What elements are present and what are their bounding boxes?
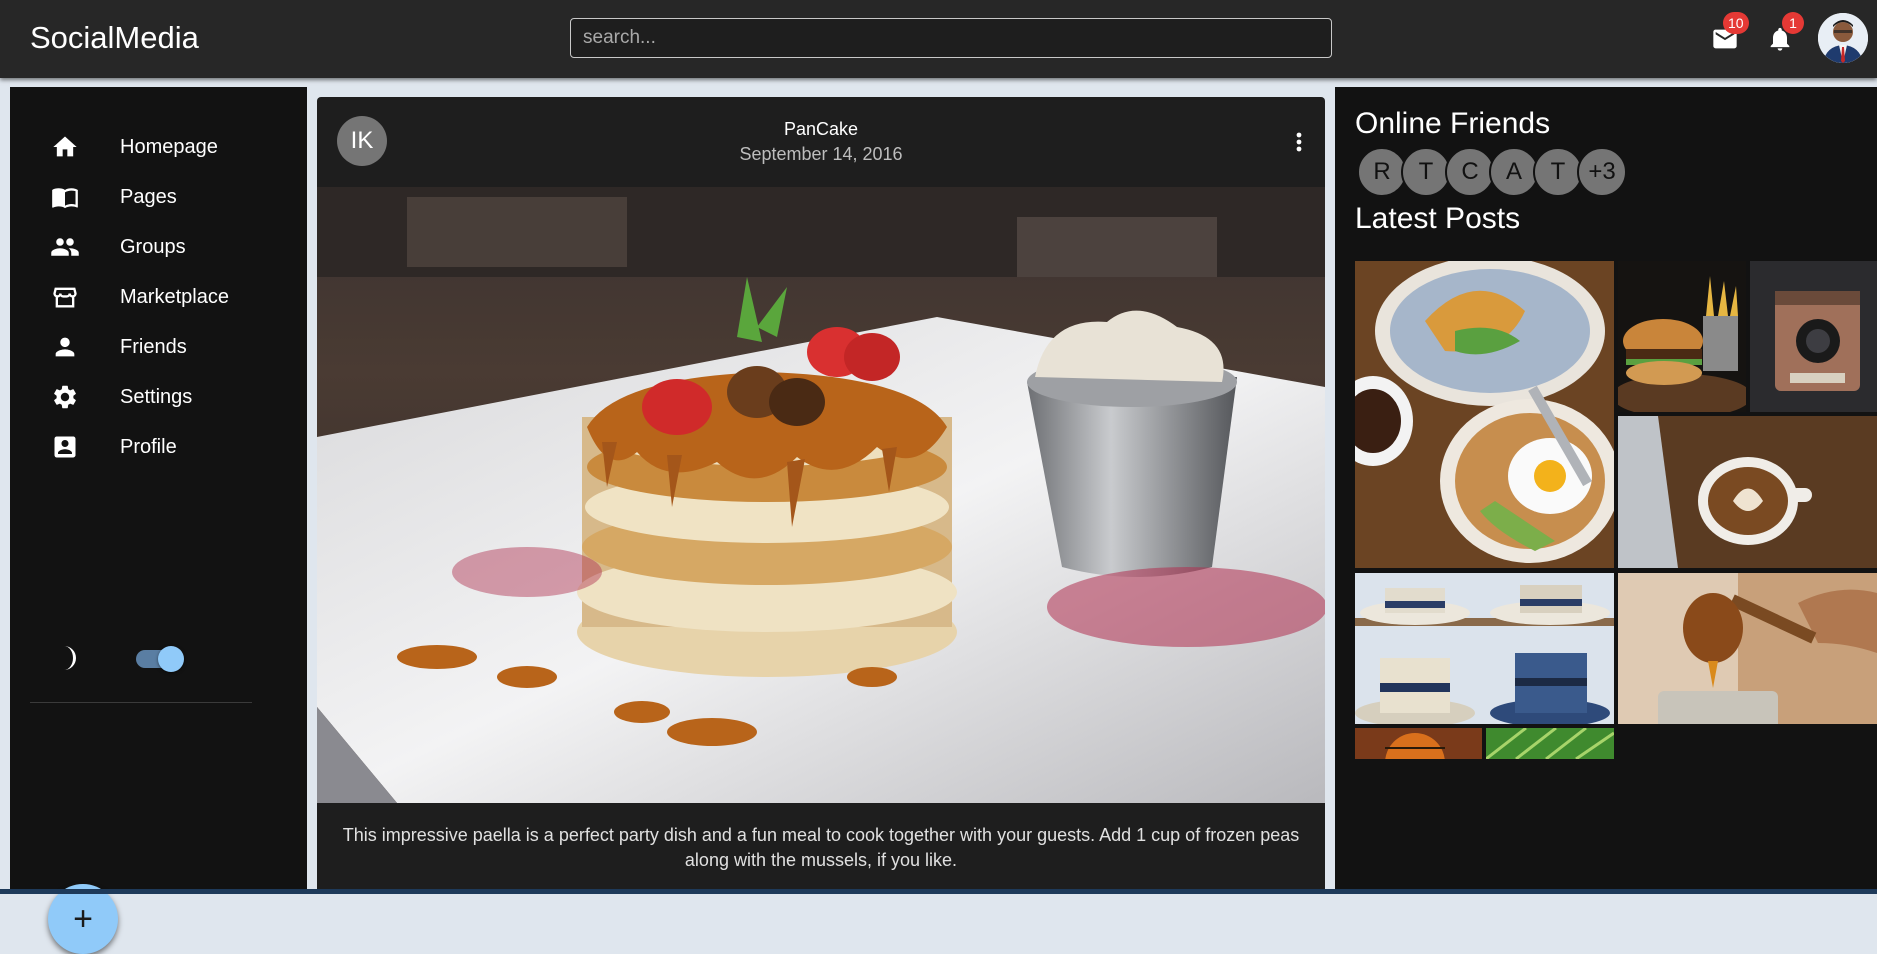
latest-posts-title: Latest Posts: [1355, 202, 1521, 235]
latest-post-thumb-burger[interactable]: [1618, 261, 1746, 412]
app-logo[interactable]: SocialMedia: [30, 20, 199, 56]
sidebar-item-label: Pages: [120, 185, 177, 208]
window-bottom-edge: [0, 889, 1877, 894]
sidebar-item-pages[interactable]: Pages: [10, 172, 307, 222]
book-icon: [50, 182, 80, 212]
account-box-icon: [50, 432, 80, 462]
dark-mode-switch-knob[interactable]: [158, 646, 184, 672]
more-vert-icon: [1296, 132, 1302, 152]
sidebar-item-label: Friends: [120, 335, 187, 358]
storefront-icon: [50, 282, 80, 312]
sidebar: Homepage Pages Groups Marketplace Friend…: [10, 87, 307, 954]
mail-button[interactable]: 10: [1708, 12, 1749, 56]
group-icon: [50, 232, 80, 262]
sidebar-item-label: Settings: [120, 385, 193, 408]
post-card: IK PanCake September 14, 2016 This impre…: [317, 97, 1325, 894]
home-icon: [50, 132, 80, 162]
online-friends-more[interactable]: +3: [1577, 147, 1627, 197]
sidebar-item-profile[interactable]: Profile: [10, 422, 307, 472]
user-avatar[interactable]: [1818, 13, 1868, 63]
latest-post-thumb-hats[interactable]: [1355, 573, 1614, 724]
person-icon: [50, 332, 80, 362]
user-photo: [1818, 13, 1868, 63]
moon-icon: [56, 644, 80, 677]
post-date: September 14, 2016: [739, 144, 903, 164]
sidebar-item-label: Groups: [120, 235, 186, 258]
post-text: This impressive paella is a perfect part…: [342, 825, 1300, 870]
online-friends-title: Online Friends: [1355, 107, 1551, 140]
online-friend-avatar[interactable]: C: [1445, 147, 1495, 197]
sidebar-item-label: Profile: [120, 435, 177, 458]
sidebar-item-label: Homepage: [120, 135, 218, 158]
sidebar-item-settings[interactable]: Settings: [10, 372, 307, 422]
sidebar-item-groups[interactable]: Groups: [10, 222, 307, 272]
add-post-button[interactable]: +: [48, 884, 118, 954]
post-title: PanCake: [783, 119, 859, 139]
search-input[interactable]: [570, 18, 1332, 58]
latest-post-thumb-basketball[interactable]: [1355, 728, 1482, 759]
sidebar-item-label: Marketplace: [120, 285, 229, 308]
online-friend-avatar[interactable]: T: [1401, 147, 1451, 197]
latest-post-thumb-breakfast[interactable]: [1355, 261, 1614, 568]
latest-post-thumb-coffee[interactable]: [1618, 416, 1877, 568]
plus-icon: +: [73, 900, 93, 938]
app-bar: SocialMedia 10 1: [0, 0, 1877, 78]
sidebar-item-friends[interactable]: Friends: [10, 322, 307, 372]
online-friend-avatar[interactable]: R: [1357, 147, 1407, 197]
latest-post-thumb-leaves[interactable]: [1486, 728, 1614, 759]
online-friend-avatar[interactable]: A: [1489, 147, 1539, 197]
notification-badge: 1: [1782, 12, 1804, 34]
sidebar-item-marketplace[interactable]: Marketplace: [10, 272, 307, 322]
notifications-button[interactable]: 1: [1763, 12, 1804, 56]
latest-post-thumb-camera[interactable]: [1750, 261, 1877, 412]
sidebar-item-homepage[interactable]: Homepage: [10, 122, 307, 172]
mail-badge: 10: [1723, 12, 1749, 34]
sidebar-divider: [30, 702, 252, 703]
gear-icon: [50, 382, 80, 412]
latest-post-thumb-honey[interactable]: [1618, 573, 1877, 724]
post-image[interactable]: [317, 187, 1325, 803]
post-menu-button[interactable]: [1287, 127, 1311, 157]
right-sidebar: Online Friends R T C A T +3 Latest Posts: [1335, 87, 1877, 894]
online-friend-avatar[interactable]: T: [1533, 147, 1583, 197]
